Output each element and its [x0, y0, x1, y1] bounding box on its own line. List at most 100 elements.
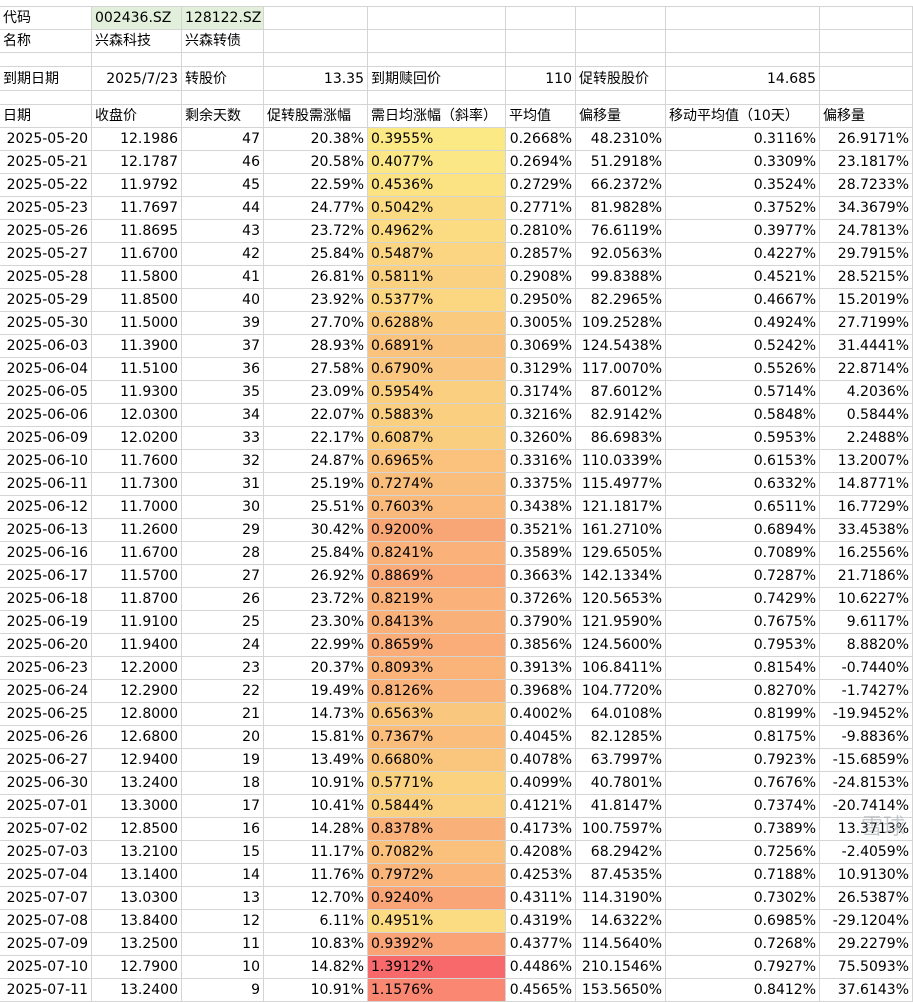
cell-close[interactable]: 11.6700	[92, 243, 182, 266]
cell-moving-avg[interactable]: 0.6511%	[666, 496, 820, 519]
cell-offset[interactable]: 161.2710%	[576, 519, 666, 542]
cell-moving-avg[interactable]: 0.3752%	[666, 197, 820, 220]
cell-offset[interactable]: 109.2528%	[576, 312, 666, 335]
cell-date[interactable]: 2025-06-18	[0, 588, 92, 611]
cell-date[interactable]: 2025-05-27	[0, 243, 92, 266]
cell-empty[interactable]	[368, 30, 506, 53]
cell-date[interactable]: 2025-06-27	[0, 749, 92, 772]
cell-offset[interactable]: 48.2310%	[576, 128, 666, 151]
cell-close[interactable]: 13.1400	[92, 864, 182, 887]
cell-days-left[interactable]: 35	[182, 381, 264, 404]
cell-moving-avg[interactable]: 0.4924%	[666, 312, 820, 335]
cell-days-left[interactable]: 26	[182, 588, 264, 611]
cell-days-left[interactable]: 44	[182, 197, 264, 220]
cell-date[interactable]: 2025-06-26	[0, 726, 92, 749]
cell-average[interactable]: 0.4319%	[506, 910, 576, 933]
cell-moving-avg[interactable]: 0.7374%	[666, 795, 820, 818]
cell-average[interactable]: 0.4565%	[506, 979, 576, 1002]
cell-offset-2[interactable]: -0.7440%	[820, 657, 913, 680]
cell-required-rise[interactable]: 15.81%	[264, 726, 368, 749]
cell-offset[interactable]: 210.1546%	[576, 956, 666, 979]
cell-offset[interactable]: 124.5600%	[576, 634, 666, 657]
cell-average[interactable]: 0.4002%	[506, 703, 576, 726]
cell-empty[interactable]	[820, 67, 913, 91]
cell-daily-slope[interactable]: 0.5771%	[368, 772, 506, 795]
cell-average[interactable]: 0.4208%	[506, 841, 576, 864]
cell-close[interactable]: 11.7300	[92, 473, 182, 496]
cell-offset[interactable]: 87.6012%	[576, 381, 666, 404]
cell-average[interactable]: 0.2908%	[506, 266, 576, 289]
cell-close[interactable]: 11.5000	[92, 312, 182, 335]
cell-close[interactable]: 11.9400	[92, 634, 182, 657]
cell-days-left[interactable]: 47	[182, 128, 264, 151]
cell-average[interactable]: 0.3913%	[506, 657, 576, 680]
cell-daily-slope[interactable]: 0.5042%	[368, 197, 506, 220]
cell-required-rise[interactable]: 23.30%	[264, 611, 368, 634]
cell-close[interactable]: 11.2600	[92, 519, 182, 542]
cell-offset[interactable]: 41.8147%	[576, 795, 666, 818]
cell-average[interactable]: 0.2729%	[506, 174, 576, 197]
cell-empty[interactable]	[368, 7, 506, 30]
cell-days-left[interactable]: 36	[182, 358, 264, 381]
cell-offset[interactable]: 117.0070%	[576, 358, 666, 381]
cell-close[interactable]: 11.8700	[92, 588, 182, 611]
cell-offset[interactable]: 76.6119%	[576, 220, 666, 243]
cell-close[interactable]: 11.6700	[92, 542, 182, 565]
cell-close[interactable]: 11.5100	[92, 358, 182, 381]
cell-daily-slope[interactable]: 0.8241%	[368, 542, 506, 565]
cell-daily-slope[interactable]: 0.8219%	[368, 588, 506, 611]
cell-required-rise[interactable]: 22.07%	[264, 404, 368, 427]
cell-days-left[interactable]: 41	[182, 266, 264, 289]
cell-empty[interactable]	[666, 7, 820, 30]
cell-offset[interactable]: 82.1285%	[576, 726, 666, 749]
cell-days-left[interactable]: 10	[182, 956, 264, 979]
header-daily-slope[interactable]: 需日均涨幅（斜率）	[368, 105, 506, 128]
cell-average[interactable]: 0.3521%	[506, 519, 576, 542]
cell-moving-avg[interactable]: 0.7927%	[666, 956, 820, 979]
cell-required-rise[interactable]: 10.91%	[264, 979, 368, 1002]
cell-moving-avg[interactable]: 0.6894%	[666, 519, 820, 542]
cell-average[interactable]: 0.3856%	[506, 634, 576, 657]
cell-date[interactable]: 2025-06-16	[0, 542, 92, 565]
cell-close[interactable]: 11.8500	[92, 289, 182, 312]
cell-offset-2[interactable]: 8.8820%	[820, 634, 913, 657]
cell-date[interactable]: 2025-05-23	[0, 197, 92, 220]
cell-empty[interactable]	[666, 30, 820, 53]
cell-moving-avg[interactable]: 0.7675%	[666, 611, 820, 634]
cell-offset-2[interactable]: 34.3679%	[820, 197, 913, 220]
cell-daily-slope[interactable]: 0.8413%	[368, 611, 506, 634]
cell-offset-2[interactable]: 28.7233%	[820, 174, 913, 197]
cell-daily-slope[interactable]: 0.8869%	[368, 565, 506, 588]
cell-redeem-label[interactable]: 到期赎回价	[368, 67, 506, 91]
cell-close[interactable]: 12.0200	[92, 427, 182, 450]
cell-required-rise[interactable]: 22.17%	[264, 427, 368, 450]
cell-moving-avg[interactable]: 0.7256%	[666, 841, 820, 864]
cell-close[interactable]: 12.0300	[92, 404, 182, 427]
cell-average[interactable]: 0.4311%	[506, 887, 576, 910]
cell-offset-2[interactable]: 28.5215%	[820, 266, 913, 289]
cell-offset-2[interactable]: -1.7427%	[820, 680, 913, 703]
cell-days-left[interactable]: 25	[182, 611, 264, 634]
cell-offset[interactable]: 121.9590%	[576, 611, 666, 634]
cell-required-rise[interactable]: 27.70%	[264, 312, 368, 335]
cell-offset-2[interactable]: -19.9452%	[820, 703, 913, 726]
cell-days-left[interactable]: 13	[182, 887, 264, 910]
cell-offset[interactable]: 124.5438%	[576, 335, 666, 358]
cell-daily-slope[interactable]: 0.8659%	[368, 634, 506, 657]
cell-days-left[interactable]: 16	[182, 818, 264, 841]
cell-average[interactable]: 0.3069%	[506, 335, 576, 358]
cell-required-rise[interactable]: 6.11%	[264, 910, 368, 933]
cell-close[interactable]: 12.9400	[92, 749, 182, 772]
cell-average[interactable]: 0.2950%	[506, 289, 576, 312]
cell-date[interactable]: 2025-07-03	[0, 841, 92, 864]
cell-average[interactable]: 0.2694%	[506, 151, 576, 174]
cell-daily-slope[interactable]: 0.5487%	[368, 243, 506, 266]
cell-close[interactable]: 11.3900	[92, 335, 182, 358]
cell-daily-slope[interactable]: 0.9200%	[368, 519, 506, 542]
cell-close[interactable]: 12.6800	[92, 726, 182, 749]
cell-required-rise[interactable]: 20.37%	[264, 657, 368, 680]
cell-days-left[interactable]: 37	[182, 335, 264, 358]
cell-name-bond[interactable]: 兴森转债	[182, 30, 264, 53]
cell-offset[interactable]: 64.0108%	[576, 703, 666, 726]
cell-moving-avg[interactable]: 0.6153%	[666, 450, 820, 473]
